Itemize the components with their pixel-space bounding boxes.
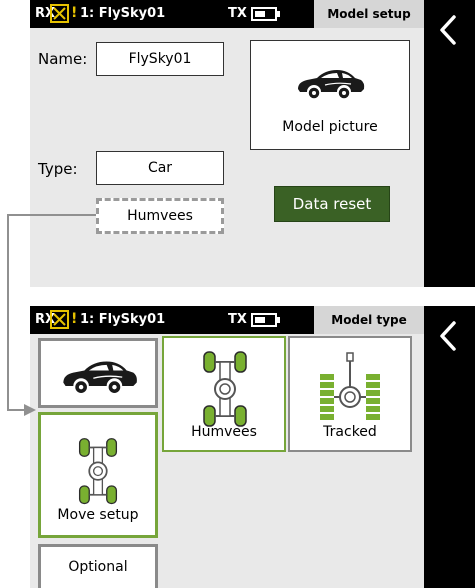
subtype-field[interactable]: Humvees xyxy=(96,198,224,234)
model-picture-label: Model picture xyxy=(282,119,378,135)
tx-label: TX xyxy=(228,6,247,21)
back-chevron-icon xyxy=(440,321,456,351)
back-button[interactable] xyxy=(424,0,475,287)
tracked-chassis-icon xyxy=(320,352,380,420)
car-category-tile[interactable] xyxy=(38,338,158,408)
optional-label: Optional xyxy=(68,559,128,575)
optional-tile[interactable]: Optional xyxy=(38,544,158,588)
model-label: 1: FlySky01 xyxy=(80,6,166,21)
name-field[interactable]: FlySky01 xyxy=(96,42,224,76)
rx-warning-x-icon xyxy=(50,310,69,329)
move-setup-label: Move setup xyxy=(57,507,139,523)
humvee-chassis-icon xyxy=(203,351,247,427)
model-type-screen: RX ! 1: FlySky01 TX Model type Humvees T… xyxy=(30,306,424,588)
humvees-tile[interactable]: Humvees xyxy=(162,336,286,452)
warning-mark: ! xyxy=(71,311,78,327)
car-icon xyxy=(63,361,137,395)
model-label: 1: FlySky01 xyxy=(80,312,166,327)
back-button[interactable] xyxy=(424,306,475,588)
move-setup-tile[interactable]: Move setup xyxy=(38,412,158,538)
model-setup-screen: RX ! 1: FlySky01 TX Model setup Name: Fl… xyxy=(30,0,424,287)
model-type-panel: RX ! 1: FlySky01 TX Model type Humvees T… xyxy=(30,306,475,588)
warning-mark: ! xyxy=(71,5,78,21)
tracked-tile[interactable]: Tracked xyxy=(288,336,412,452)
car-icon xyxy=(298,70,365,100)
tx-battery-icon xyxy=(251,7,280,21)
model-picture-button[interactable]: Model picture xyxy=(250,40,410,150)
tracked-label: Tracked xyxy=(323,424,377,440)
name-label: Name: xyxy=(38,50,88,68)
rx-warning-x-icon xyxy=(50,4,69,23)
humvees-label: Humvees xyxy=(191,424,257,440)
status-bar: RX ! 1: FlySky01 TX Model setup xyxy=(30,0,424,28)
data-reset-button[interactable]: Data reset xyxy=(274,186,390,222)
model-setup-panel: RX ! 1: FlySky01 TX Model setup Name: Fl… xyxy=(30,0,475,287)
type-field[interactable]: Car xyxy=(96,151,224,185)
tx-label: TX xyxy=(228,312,247,327)
page-title: Model setup xyxy=(314,0,424,28)
tx-battery-icon xyxy=(251,313,280,327)
humvee-chassis-icon xyxy=(78,438,118,505)
back-chevron-icon xyxy=(440,15,456,45)
type-label: Type: xyxy=(38,160,78,178)
status-bar: RX ! 1: FlySky01 TX Model type xyxy=(30,306,424,334)
page-title: Model type xyxy=(314,306,424,334)
